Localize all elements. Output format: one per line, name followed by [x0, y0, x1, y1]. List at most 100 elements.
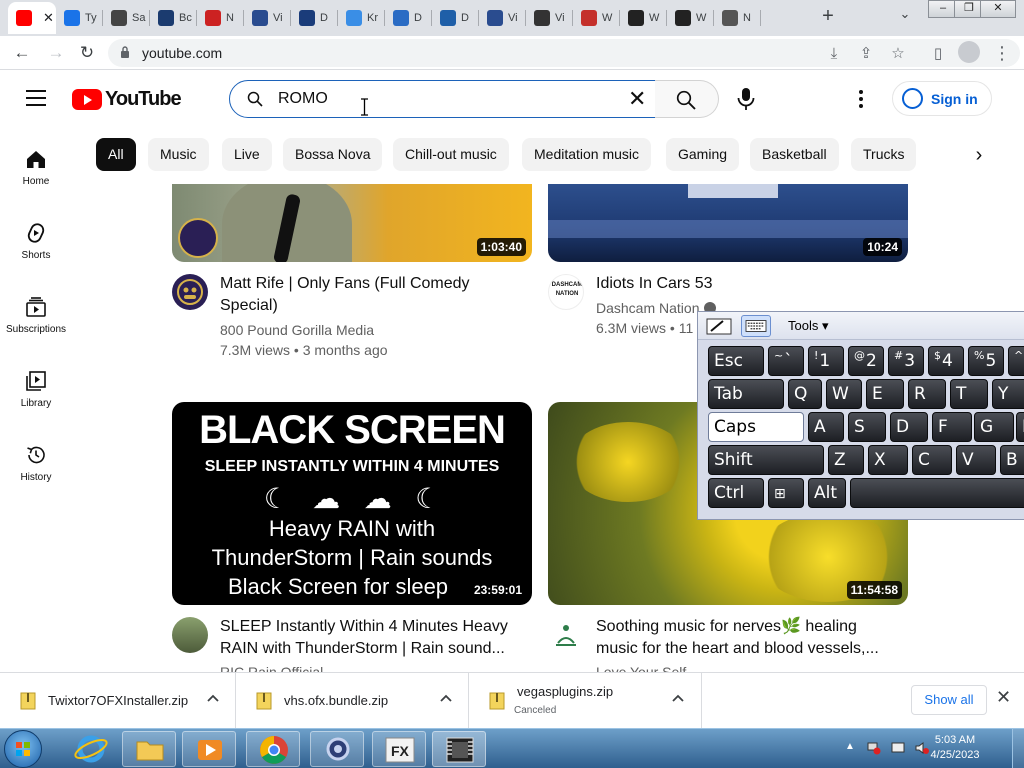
key-4[interactable]: $4	[928, 346, 964, 376]
key-r[interactable]: R	[908, 379, 946, 409]
download-item[interactable]: Twixtor7OFXInstaller.zip	[0, 673, 236, 729]
key-caps[interactable]: Caps	[708, 412, 804, 442]
key-f[interactable]: F	[932, 412, 972, 442]
key-5[interactable]: %5	[968, 346, 1004, 376]
taskbar-video-editor[interactable]	[432, 731, 486, 767]
chevron-up-icon[interactable]	[438, 691, 454, 707]
install-app-icon[interactable]: ⤓	[824, 44, 844, 64]
address-bar[interactable]: youtube.com ⤓ ⇪ ☆ ▯	[108, 39, 1020, 67]
browser-tab[interactable]: Vi	[526, 2, 573, 34]
guide-history[interactable]: History	[0, 444, 72, 518]
browser-tab[interactable]: Kr	[338, 2, 385, 34]
taskbar-file-explorer[interactable]	[122, 731, 176, 767]
browser-tab[interactable]: Vi	[479, 2, 526, 34]
profile-avatar[interactable]	[958, 41, 980, 63]
download-item[interactable]: vhs.ofx.bundle.zip	[236, 673, 469, 729]
key-alt[interactable]: Alt	[808, 478, 846, 508]
key-1[interactable]: !1	[808, 346, 844, 376]
key-x[interactable]: X	[868, 445, 908, 475]
chip-basketball[interactable]: Basketball	[750, 138, 839, 171]
key-ctrl[interactable]: Ctrl	[708, 478, 764, 508]
key-shift[interactable]: Shift	[708, 445, 824, 475]
taskbar-ie[interactable]	[64, 731, 118, 767]
video-thumbnail[interactable]: BLACK SCREEN SLEEP INSTANTLY WITHIN 4 MI…	[172, 402, 532, 605]
video-title[interactable]: SLEEP Instantly Within 4 Minutes Heavy R…	[220, 616, 530, 660]
keyboard-mode-icon[interactable]	[741, 315, 771, 337]
chrome-menu-icon[interactable]: ⋮	[992, 43, 1012, 63]
guide-library[interactable]: Library	[0, 370, 72, 444]
guide-home[interactable]: Home	[0, 148, 72, 222]
browser-tab[interactable]: Sa	[103, 2, 150, 34]
video-thumbnail[interactable]: 10:24	[548, 184, 908, 262]
key-v[interactable]: V	[956, 445, 996, 475]
key-c[interactable]: C	[912, 445, 952, 475]
taskbar-media-player[interactable]	[182, 731, 236, 767]
key-2[interactable]: @2	[848, 346, 884, 376]
close-tab-icon[interactable]: ✕	[43, 10, 54, 26]
key-t[interactable]: T	[950, 379, 988, 409]
browser-tab[interactable]: D	[291, 2, 338, 34]
key-tab[interactable]: Tab	[708, 379, 784, 409]
key-e[interactable]: E	[866, 379, 904, 409]
show-hidden-icons-icon[interactable]: ▲	[845, 741, 859, 755]
browser-tab[interactable]: W	[667, 2, 714, 34]
search-button[interactable]	[655, 80, 719, 118]
youtube-logo[interactable]: YouTube	[72, 88, 182, 111]
key-key[interactable]: ^	[1008, 346, 1024, 376]
bookmark-star-icon[interactable]: ☆	[888, 44, 908, 64]
handwriting-pen-icon[interactable]	[706, 316, 732, 336]
browser-tab[interactable]: N	[714, 2, 761, 34]
chip-bossa-nova[interactable]: Bossa Nova	[283, 138, 383, 171]
key-g[interactable]: G	[974, 412, 1014, 442]
chevron-up-icon[interactable]	[670, 691, 686, 707]
chip-music[interactable]: Music	[148, 138, 209, 171]
close-window-button[interactable]: ✕	[980, 0, 1016, 18]
browser-tab[interactable]: W	[573, 2, 620, 34]
channel-avatar[interactable]	[548, 617, 584, 653]
action-center-icon[interactable]	[891, 741, 905, 755]
browser-tab[interactable]: W	[620, 2, 667, 34]
video-title[interactable]: Matt Rife | Only Fans (Full Comedy Speci…	[220, 273, 520, 317]
chip-trucks[interactable]: Trucks	[851, 138, 917, 171]
key-[interactable]: ~`	[768, 346, 804, 376]
guide-subscriptions[interactable]: Subscriptions	[0, 296, 72, 370]
side-panel-icon[interactable]: ▯	[928, 44, 948, 64]
search-input[interactable]	[278, 87, 608, 111]
key-d[interactable]: D	[890, 412, 928, 442]
video-title[interactable]: Idiots In Cars 53	[596, 273, 896, 295]
channel-avatar[interactable]	[172, 617, 208, 653]
key-windows[interactable]: ⊞	[768, 478, 804, 508]
network-icon[interactable]	[867, 741, 881, 755]
tab-youtube[interactable]: ✕	[8, 2, 56, 34]
back-button[interactable]: ←	[10, 41, 34, 65]
clear-search-icon[interactable]: ✕	[628, 87, 646, 111]
browser-tab[interactable]: D	[385, 2, 432, 34]
browser-tab[interactable]: Bc	[150, 2, 197, 34]
browser-tab[interactable]: D	[432, 2, 479, 34]
chip-chill-out-music[interactable]: Chill-out music	[393, 138, 509, 171]
tools-menu[interactable]: Tools ▾	[788, 318, 829, 334]
close-downloads-icon[interactable]: ✕	[996, 687, 1011, 708]
start-button[interactable]	[4, 730, 42, 768]
video-title[interactable]: Soothing music for nerves🌿 healing music…	[596, 616, 896, 660]
key-y[interactable]: Y	[992, 379, 1024, 409]
reload-button[interactable]: ↻	[75, 41, 99, 65]
key-s[interactable]: S	[848, 412, 886, 442]
taskbar-chrome[interactable]	[246, 731, 300, 767]
channel-name[interactable]: 800 Pound Gorilla Media	[220, 320, 374, 340]
microphone-icon[interactable]	[736, 88, 756, 110]
browser-tab[interactable]: N	[197, 2, 244, 34]
taskbar-fx-app[interactable]: FX	[372, 731, 426, 767]
key-a[interactable]: A	[808, 412, 844, 442]
browser-tab[interactable]: Vi	[244, 2, 291, 34]
browser-tab[interactable]: Ty	[56, 2, 103, 34]
show-all-downloads-button[interactable]: Show all	[911, 685, 987, 715]
download-item[interactable]: vegasplugins.zip Canceled	[469, 673, 702, 729]
share-icon[interactable]: ⇪	[856, 44, 876, 64]
show-desktop-button[interactable]	[1012, 729, 1024, 768]
chip-live[interactable]: Live	[222, 138, 272, 171]
guide-shorts[interactable]: Shorts	[0, 222, 72, 296]
settings-kebab-icon[interactable]	[856, 90, 866, 108]
chevron-up-icon[interactable]	[205, 691, 221, 707]
key-q[interactable]: Q	[788, 379, 822, 409]
